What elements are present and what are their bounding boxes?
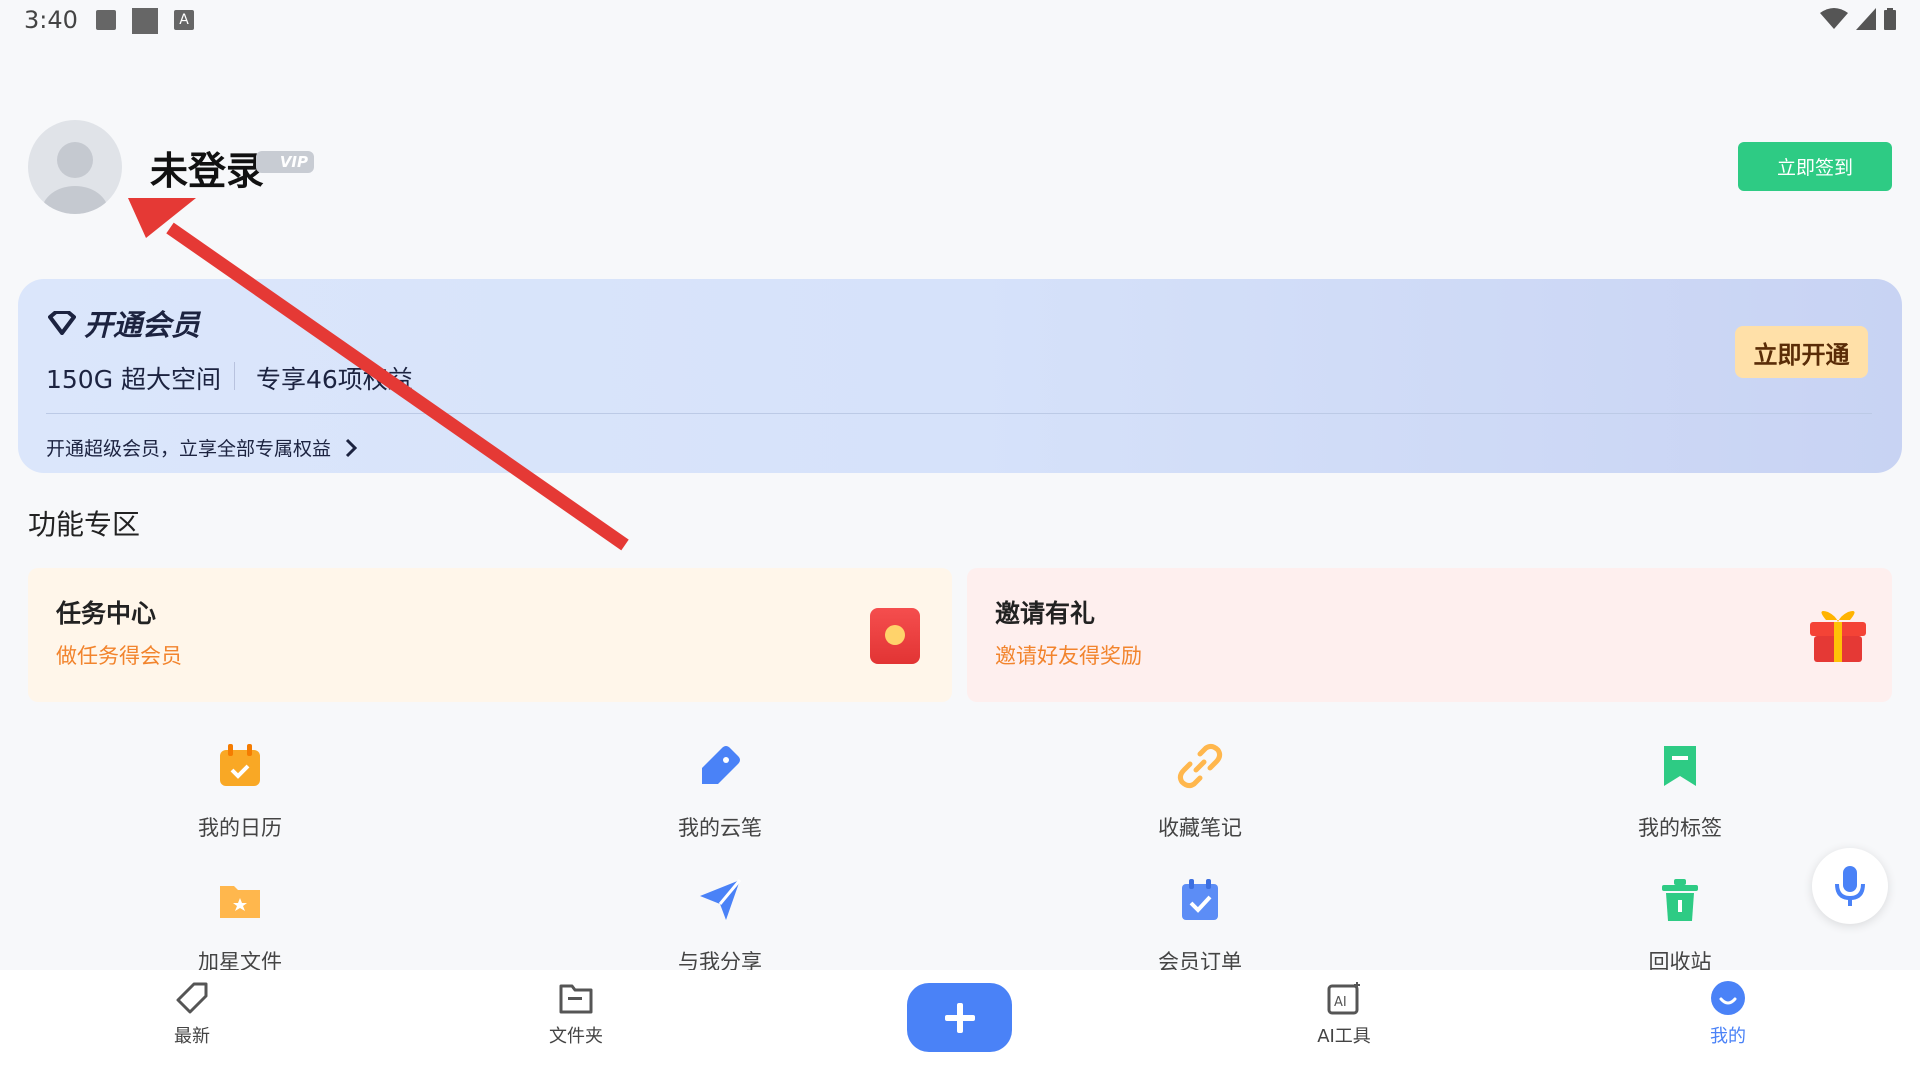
benefit-divider — [234, 362, 235, 390]
grid-item-calendar[interactable]: 我的日历 — [140, 742, 340, 872]
username[interactable]: 未登录 — [150, 140, 264, 195]
microphone-icon — [1835, 866, 1865, 906]
card-title: 邀请有礼 — [995, 599, 1096, 628]
nav-label: 最新 — [174, 1026, 210, 1047]
member-subtitle: 开通超级会员，立享全部专属权益 — [46, 438, 332, 460]
member-title: 开通会员 — [48, 302, 200, 344]
nav-latest[interactable]: 最新 — [132, 980, 252, 1048]
grid-item-favorites[interactable]: 收藏笔记 — [1100, 742, 1300, 872]
order-icon — [1182, 879, 1218, 920]
nav-label: 我的 — [1710, 1026, 1746, 1047]
grid-label: 我的日历 — [198, 816, 282, 840]
member-title-text: 开通会员 — [84, 308, 201, 342]
grid-item-tags[interactable]: 我的标签 — [1580, 742, 1780, 872]
folder-icon — [559, 984, 593, 1014]
svg-text:AI: AI — [1334, 995, 1347, 1010]
member-benefit-rights: 专享46项权益 — [256, 365, 413, 394]
voice-input-button[interactable] — [1812, 848, 1888, 924]
profile-icon — [1711, 981, 1745, 1015]
nav-ai-tools[interactable]: AI AI工具 — [1284, 980, 1404, 1048]
cloud-pen-icon — [702, 746, 740, 784]
calendar-icon — [220, 744, 260, 786]
status-time: 3:40 — [24, 6, 78, 34]
grid-label: 收藏笔记 — [1158, 816, 1242, 840]
ai-icon: AI — [1327, 982, 1360, 1015]
open-member-button[interactable]: 立即开通 — [1735, 326, 1868, 378]
gift-icon — [1810, 611, 1866, 662]
star-folder-icon — [220, 886, 260, 918]
diamond-icon — [48, 311, 76, 335]
plus-icon — [944, 1002, 975, 1033]
card-title: 任务中心 — [56, 599, 157, 628]
bookmark-icon — [1664, 746, 1696, 786]
card-subtitle: 做任务得会员 — [56, 644, 182, 668]
avatar[interactable] — [28, 120, 122, 214]
trash-icon — [1662, 879, 1698, 921]
nav-folder[interactable]: 文件夹 — [516, 980, 636, 1048]
chevron-right-icon — [345, 438, 358, 457]
nav-label: 文件夹 — [549, 1026, 603, 1047]
status-right-icons — [1820, 8, 1896, 30]
banner-divider — [46, 413, 1872, 414]
send-icon — [700, 879, 742, 920]
signal-icon — [1856, 8, 1876, 30]
vip-badge: VIP — [256, 151, 314, 173]
member-subtitle-link[interactable]: 开通超级会员，立享全部专属权益 — [46, 434, 358, 461]
wifi-icon — [1820, 8, 1848, 29]
tag-icon — [176, 982, 208, 1014]
task-center-card[interactable]: 任务中心 做任务得会员 — [28, 568, 952, 702]
member-benefit-space: 150G 超大空间 — [46, 365, 222, 394]
grid-item-cloud-pen[interactable]: 我的云笔 — [620, 742, 820, 872]
grid-label: 我的云笔 — [678, 816, 762, 840]
invite-card[interactable]: 邀请有礼 邀请好友得奖励 — [967, 568, 1892, 702]
a-icon: A — [174, 10, 194, 30]
section-title: 功能专区 — [28, 508, 141, 541]
image-icon — [96, 10, 116, 30]
checkin-button[interactable]: 立即签到 — [1738, 142, 1892, 191]
add-button[interactable] — [907, 983, 1012, 1052]
red-packet-icon — [870, 608, 920, 664]
square-icon — [132, 8, 158, 34]
nav-label: AI工具 — [1317, 1026, 1371, 1047]
card-subtitle: 邀请好友得奖励 — [995, 644, 1142, 668]
link-icon — [1177, 743, 1223, 789]
battery-icon — [1884, 8, 1896, 30]
nav-profile[interactable]: 我的 — [1668, 980, 1788, 1048]
grid-label: 我的标签 — [1638, 816, 1722, 840]
